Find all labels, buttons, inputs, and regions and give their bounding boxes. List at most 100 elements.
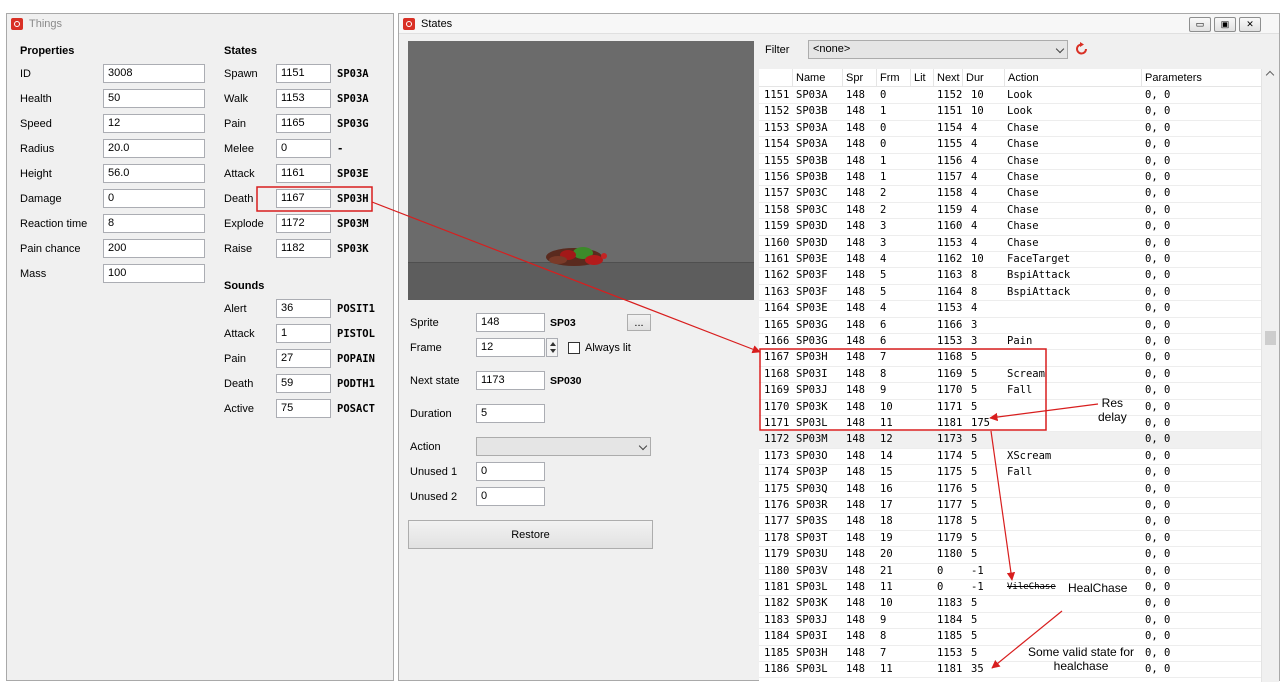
state-field[interactable]: 1182 (276, 239, 331, 258)
table-row[interactable]: 1166 SP03G 148 6 1153 3 Pain 0, 0 (759, 334, 1261, 351)
duration-field[interactable]: 5 (476, 404, 545, 423)
column-separator[interactable] (962, 69, 963, 87)
table-scrollbar[interactable] (1261, 69, 1279, 682)
frame-field[interactable]: 12 (476, 338, 545, 357)
table-row[interactable]: 1186 SP03L 148 11 1181 35 0, 0 (759, 662, 1261, 679)
table-row[interactable]: 1161 SP03E 148 4 1162 10 FaceTarget 0, 0 (759, 252, 1261, 269)
table-row[interactable]: 1178 SP03T 148 19 1179 5 0, 0 (759, 531, 1261, 548)
sound-field[interactable]: 1 (276, 324, 331, 343)
sound-field[interactable]: 75 (276, 399, 331, 418)
column-separator[interactable] (876, 69, 877, 87)
column-separator[interactable] (792, 69, 793, 87)
property-field[interactable]: 0 (103, 189, 205, 208)
column-separator[interactable] (910, 69, 911, 87)
table-row[interactable]: 1165 SP03G 148 6 1166 3 0, 0 (759, 318, 1261, 334)
table-row[interactable]: 1182 SP03K 148 10 1183 5 0, 0 (759, 596, 1261, 613)
property-field[interactable]: 56.0 (103, 164, 205, 183)
state-field[interactable]: 1161 (276, 164, 331, 183)
table-row[interactable]: 1151 SP03A 148 0 1152 10 Look 0, 0 (759, 88, 1261, 105)
maximize-button[interactable]: ▣ (1214, 17, 1236, 32)
sprite-browse-button[interactable]: ... (627, 314, 651, 331)
state-field[interactable]: 1167 (276, 189, 331, 208)
column-header[interactable]: Name (796, 72, 825, 84)
table-row[interactable]: 1156 SP03B 148 1 1157 4 Chase 0, 0 (759, 170, 1261, 187)
sound-field[interactable]: 59 (276, 374, 331, 393)
table-row[interactable]: 1160 SP03D 148 3 1153 4 Chase 0, 0 (759, 236, 1261, 252)
table-row[interactable]: 1183 SP03J 148 9 1184 5 0, 0 (759, 613, 1261, 630)
action-dropdown[interactable] (476, 437, 651, 456)
table-row[interactable]: 1176 SP03R 148 17 1177 5 0, 0 (759, 498, 1261, 515)
table-cell: SP03K (796, 400, 828, 413)
unused2-field[interactable]: 0 (476, 487, 545, 506)
sound-field[interactable]: 27 (276, 349, 331, 368)
table-row[interactable]: 1185 SP03H 148 7 1153 5 0, 0 (759, 646, 1261, 662)
column-header[interactable]: Frm (880, 72, 900, 84)
close-button[interactable]: ✕ (1239, 17, 1261, 32)
table-row[interactable]: 1158 SP03C 148 2 1159 4 Chase 0, 0 (759, 203, 1261, 220)
state-field[interactable]: 1165 (276, 114, 331, 133)
table-row[interactable]: 1162 SP03F 148 5 1163 8 BspiAttack 0, 0 (759, 268, 1261, 285)
sound-code: PODTH1 (337, 378, 375, 390)
table-row[interactable]: 1170 SP03K 148 10 1171 5 0, 0 (759, 400, 1261, 416)
property-field[interactable]: 3008 (103, 64, 205, 83)
property-field[interactable]: 8 (103, 214, 205, 233)
sound-field[interactable]: 36 (276, 299, 331, 318)
table-row[interactable]: 1175 SP03Q 148 16 1176 5 0, 0 (759, 482, 1261, 498)
property-field[interactable]: 100 (103, 264, 205, 283)
restore-button[interactable]: Restore (408, 520, 653, 549)
refresh-icon[interactable] (1075, 42, 1089, 56)
table-row[interactable]: 1163 SP03F 148 5 1164 8 BspiAttack 0, 0 (759, 285, 1261, 302)
state-field[interactable]: 1172 (276, 214, 331, 233)
property-field[interactable]: 200 (103, 239, 205, 258)
table-row[interactable]: 1168 SP03I 148 8 1169 5 Scream 0, 0 (759, 367, 1261, 384)
column-separator[interactable] (933, 69, 934, 87)
table-row[interactable]: 1153 SP03A 148 0 1154 4 Chase 0, 0 (759, 121, 1261, 138)
table-row[interactable]: 1164 SP03E 148 4 1153 4 0, 0 (759, 301, 1261, 318)
table-row[interactable]: 1174 SP03P 148 15 1175 5 Fall 0, 0 (759, 465, 1261, 482)
property-field[interactable]: 12 (103, 114, 205, 133)
table-row[interactable]: 1181 SP03L 148 11 0 -1 VileChase 0, 0 (759, 580, 1261, 597)
table-row[interactable]: 1184 SP03I 148 8 1185 5 0, 0 (759, 629, 1261, 646)
column-header[interactable]: Dur (966, 72, 984, 84)
state-field[interactable]: 1151 (276, 64, 331, 83)
unused1-field[interactable]: 0 (476, 462, 545, 481)
table-row[interactable]: 1177 SP03S 148 18 1178 5 0, 0 (759, 514, 1261, 531)
things-titlebar[interactable]: Things (7, 14, 393, 34)
state-field[interactable]: 0 (276, 139, 331, 158)
table-row[interactable]: 1172 SP03M 148 12 1173 5 0, 0 (759, 432, 1261, 449)
column-header[interactable]: Action (1008, 72, 1039, 84)
property-field[interactable]: 50 (103, 89, 205, 108)
property-field[interactable]: 20.0 (103, 139, 205, 158)
table-row[interactable]: 1180 SP03V 148 21 0 -1 0, 0 (759, 564, 1261, 580)
table-row[interactable]: 1179 SP03U 148 20 1180 5 0, 0 (759, 547, 1261, 564)
filter-dropdown[interactable]: <none> (808, 40, 1068, 59)
states-table[interactable]: Name Spr Frm Lit Next Dur Action Parameters 115… (759, 69, 1261, 682)
table-cell: 1168 (937, 351, 963, 364)
column-separator[interactable] (1141, 69, 1142, 87)
table-cell: 1183 (937, 597, 963, 610)
column-separator[interactable] (842, 69, 843, 87)
next-state-field[interactable]: 1173 (476, 371, 545, 390)
scroll-up-icon[interactable] (1265, 70, 1275, 80)
column-header[interactable]: Parameters (1145, 72, 1202, 84)
table-row[interactable]: 1152 SP03B 148 1 1151 10 Look 0, 0 (759, 104, 1261, 121)
column-header[interactable]: Lit (914, 72, 926, 84)
frame-spinner[interactable] (546, 338, 558, 357)
scroll-thumb[interactable] (1265, 331, 1276, 345)
column-header[interactable]: Next (937, 72, 960, 84)
sprite-field[interactable]: 148 (476, 313, 545, 332)
column-header[interactable]: Spr (846, 72, 863, 84)
table-row[interactable]: 1154 SP03A 148 0 1155 4 Chase 0, 0 (759, 137, 1261, 154)
states-titlebar[interactable]: States (399, 14, 1279, 34)
always-lit-checkbox[interactable] (568, 342, 580, 354)
minimize-button[interactable]: ▭ (1189, 17, 1211, 32)
state-field[interactable]: 1153 (276, 89, 331, 108)
table-row[interactable]: 1169 SP03J 148 9 1170 5 Fall 0, 0 (759, 383, 1261, 400)
column-separator[interactable] (1004, 69, 1005, 87)
table-row[interactable]: 1155 SP03B 148 1 1156 4 Chase 0, 0 (759, 154, 1261, 170)
table-row[interactable]: 1167 SP03H 148 7 1168 5 0, 0 (759, 350, 1261, 367)
table-row[interactable]: 1159 SP03D 148 3 1160 4 Chase 0, 0 (759, 219, 1261, 236)
table-row[interactable]: 1173 SP03O 148 14 1174 5 XScream 0, 0 (759, 449, 1261, 466)
table-row[interactable]: 1171 SP03L 148 11 1181 175 0, 0 (759, 416, 1261, 433)
table-row[interactable]: 1157 SP03C 148 2 1158 4 Chase 0, 0 (759, 186, 1261, 203)
